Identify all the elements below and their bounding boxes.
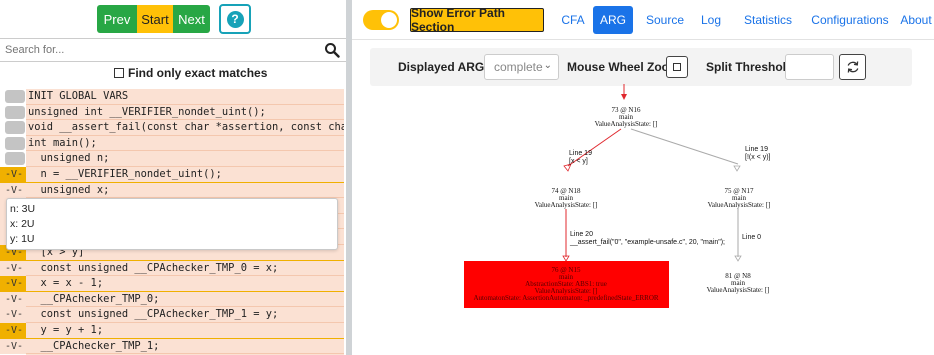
edge-label: [x < y] [569,158,588,165]
mouse-wheel-zoom-label: Mouse Wheel Zoom [567,60,680,74]
edge-label: __assert_fail("0", "example-unsafe.c", 2… [569,239,725,246]
search-bar [0,38,346,62]
code-line[interactable]: -V- unsigned x; [0,182,346,199]
code-line-text: int main(); [26,135,344,152]
tab-arg[interactable]: ARG [593,6,633,34]
code-line-text: __CPAchecker_TMP_0; [26,291,344,308]
tab-statistics[interactable]: Statistics [737,6,799,34]
code-line-text: unsigned n; [26,151,344,167]
help-icon: ? [226,10,244,28]
code-line[interactable]: INIT GLOBAL VARS [0,89,346,105]
exact-match-label: Find only exact matches [128,66,268,80]
edge-label: [!(x < y)] [745,154,771,161]
tab-configurations[interactable]: Configurations [807,6,893,34]
arg-node-label: ValueAnalysisState: [] [595,120,658,128]
line-gutter-marker [5,90,25,103]
variable-value: y: 1U [10,233,35,245]
code-line[interactable]: -V- __CPAchecker_TMP_1; [0,338,346,355]
displayed-arg-value: complete [494,60,543,74]
top-navbar: Show Error Path Section CFA ARG Source L… [352,0,934,40]
code-line-text: void __assert_fail(const char *assertion… [26,120,344,136]
refresh-button[interactable] [839,54,866,80]
variable-value: n: 3U [10,203,36,215]
line-gutter-marker: -V- [0,338,26,355]
code-line[interactable]: -V- x = x - 1; [0,276,346,292]
code-line[interactable]: int main(); [0,135,346,152]
line-gutter-marker [5,105,25,119]
tab-cfa[interactable]: CFA [555,6,591,34]
code-line-text: __CPAchecker_TMP_1; [26,338,344,355]
tab-about[interactable]: About [899,6,933,34]
code-line[interactable]: unsigned n; [0,151,346,167]
checkbox-square-icon [673,63,681,71]
arrow-head [733,165,741,172]
code-line-text: const unsigned __CPAchecker_TMP_1 = y; [26,307,344,323]
code-line[interactable]: -V- __CPAchecker_TMP_0; [0,291,346,308]
report-panel: Show Error Path Section CFA ARG Source L… [352,0,934,355]
code-line-text: const unsigned __CPAchecker_TMP_0 = x; [26,260,344,277]
arg-node-label: AutomatonState: AssertionAutomaton: _pre… [473,294,658,302]
source-panel: Prev Start Next ? Find only exact matche… [0,0,346,355]
split-threshold-label: Split Threshold [706,60,794,74]
arg-node-label: ValueAnalysisState: [] [707,286,770,294]
code-line[interactable]: -V- n = __VERIFIER_nondet_uint(); [0,166,346,183]
code-line-text: y = y + 1; [26,322,344,339]
code-line-text: n = __VERIFIER_nondet_uint(); [26,166,344,183]
search-icon[interactable] [324,42,340,58]
edge-label: Line 19 [569,150,592,157]
exact-match-checkbox[interactable] [114,68,124,78]
line-gutter-marker: -V- [0,291,26,308]
arg-toolbar: Displayed ARG complete ⌄ Mouse Wheel Zoo… [370,48,912,86]
toggle-knob [381,12,397,28]
displayed-arg-select[interactable]: complete ⌄ [484,54,559,80]
line-gutter-marker: -V- [0,260,26,277]
code-line[interactable]: -V- const unsigned __CPAchecker_TMP_0 = … [0,260,346,277]
variable-values-popup: n: 3U x: 2U y: 1U [6,198,338,250]
code-line[interactable]: -V- y = y + 1; [0,322,346,339]
line-gutter-marker: -V- [0,166,26,183]
displayed-arg-label: Displayed ARG [398,60,485,74]
code-line-text: unsigned x; [26,182,344,199]
line-gutter-marker [5,136,25,150]
arg-edge [630,128,739,165]
code-line-text: unsigned int __VERIFIER_nondet_uint(); [26,104,344,121]
help-button[interactable]: ? [219,4,251,34]
line-gutter-marker [5,121,25,135]
arg-graph[interactable]: Line 19 [x < y] Line 19 [!(x < y)] Line … [352,82,934,355]
code-line-text: x = x - 1; [26,276,344,292]
line-gutter-marker: -V- [0,322,26,339]
search-input[interactable] [0,39,318,61]
line-gutter-marker: -V- [0,182,26,199]
chevron-down-icon: ⌄ [543,60,552,71]
next-button[interactable]: Next [173,5,210,33]
edge-label: Line 0 [742,234,761,241]
exact-match-option[interactable]: Find only exact matches [114,66,267,80]
arrow-head [621,94,627,100]
arg-node-label: ValueAnalysisState: [] [535,201,598,209]
arg-node-label: ValueAnalysisState: [] [708,201,771,209]
prev-button[interactable]: Prev [97,5,137,33]
code-line[interactable]: void __assert_fail(const char *assertion… [0,120,346,136]
line-gutter-marker [5,152,25,166]
mouse-wheel-zoom-checkbox[interactable] [666,56,688,78]
code-line[interactable]: -V- const unsigned __CPAchecker_TMP_1 = … [0,307,346,323]
error-path-toggle[interactable] [363,10,399,30]
code-line[interactable]: unsigned int __VERIFIER_nondet_uint(); [0,104,346,121]
step-controls: Prev Start Next [97,5,210,33]
edge-label: Line 20 [570,231,593,238]
tab-log[interactable]: Log [698,6,724,34]
edge-label: Line 19 [745,146,768,153]
show-error-path-button[interactable]: Show Error Path Section [410,6,544,34]
variable-value: x: 2U [10,218,35,230]
refresh-icon [847,61,858,73]
line-gutter-marker: -V- [0,276,26,292]
tab-source[interactable]: Source [642,6,688,34]
split-threshold-input[interactable] [785,54,834,80]
start-button[interactable]: Start [137,5,173,33]
code-line-text: INIT GLOBAL VARS [26,89,344,105]
line-gutter-marker: -V- [0,307,26,323]
